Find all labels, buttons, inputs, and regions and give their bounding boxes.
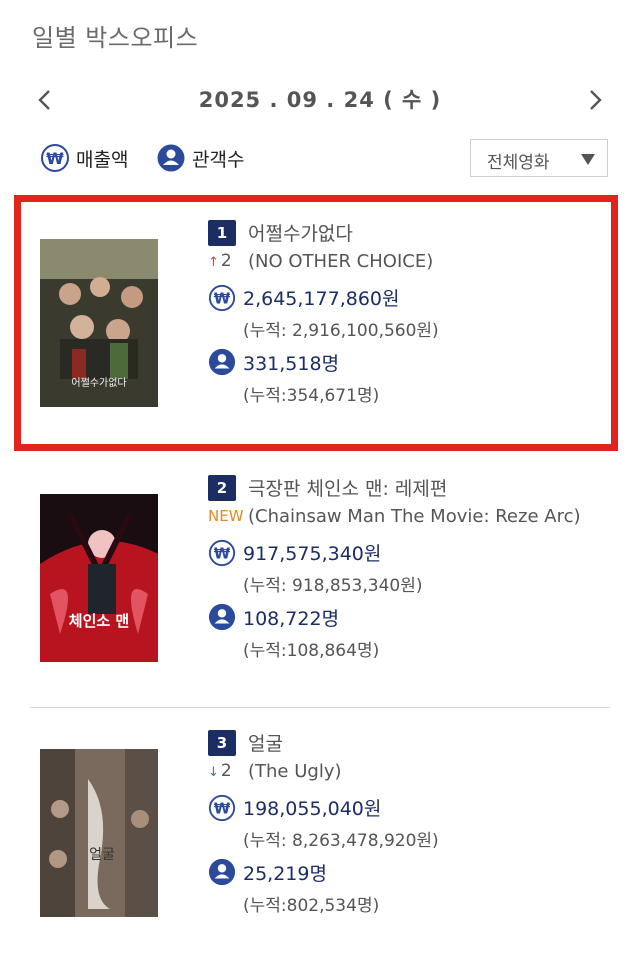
svg-text:₩: ₩ xyxy=(214,290,231,308)
movie-title[interactable]: 극장판 체인소 맨: 레제편 xyxy=(248,474,447,501)
poster-title: 어쩔수가없다 xyxy=(71,376,126,389)
rank-change: ↑ 2 xyxy=(208,251,232,271)
audience-toggle-label: 관객수 xyxy=(192,148,245,171)
rank-change: NEW xyxy=(208,506,244,526)
won-icon: ₩ xyxy=(208,539,236,567)
daily-sales: 917,575,340원 xyxy=(243,543,382,565)
cumulative-audience: (누적:802,534명) xyxy=(243,896,380,916)
cumulative-sales: (누적: 2,916,100,560원) xyxy=(243,321,439,341)
english-title: (Chainsaw Man The Movie: Reze Arc) xyxy=(248,506,581,527)
person-icon xyxy=(157,144,185,172)
cumulative-sales: (누적: 918,853,340원) xyxy=(243,576,423,596)
arrow-down-icon: ↓ xyxy=(208,765,219,780)
movie-title[interactable]: 얼굴 xyxy=(248,729,283,756)
daily-sales: 198,055,040원 xyxy=(243,798,382,820)
movie-poster[interactable]: 어쩔수가없다 xyxy=(40,239,158,407)
won-icon: ₩ xyxy=(41,144,69,172)
daily-audience: 331,518명 xyxy=(243,353,340,375)
rank-badge: 2 xyxy=(208,475,236,501)
movie-filter-select[interactable]: 전체영화 xyxy=(470,139,608,177)
daily-sales: 2,645,177,860원 xyxy=(243,288,400,310)
sales-toggle-label: 매출액 xyxy=(76,148,129,171)
won-icon: ₩ xyxy=(208,284,236,312)
movie-filter-value: 전체영화 xyxy=(487,153,550,173)
audience-toggle[interactable]: 관객수 xyxy=(156,142,244,174)
movie-title[interactable]: 어쩔수가없다 xyxy=(248,219,353,246)
new-badge: NEW xyxy=(208,507,244,525)
rank-change: ↓ 2 xyxy=(208,761,232,781)
poster-title: 체인소 맨 xyxy=(69,612,129,630)
won-icon: ₩ xyxy=(208,794,236,822)
rank-badge: 3 xyxy=(208,730,236,756)
arrow-up-icon: ↑ xyxy=(208,255,219,270)
page-title: 일별 박스오피스 xyxy=(32,24,199,52)
poster-title: 얼굴 xyxy=(89,847,115,863)
date-display: 2025 . 09 . 24 ( 수 ) xyxy=(198,88,442,112)
person-icon xyxy=(208,858,236,886)
english-title: (The Ugly) xyxy=(248,761,342,782)
movie-poster[interactable]: 얼굴 xyxy=(40,749,158,917)
cumulative-audience: (누적:108,864명) xyxy=(243,641,380,661)
cumulative-sales: (누적: 8,263,478,920원) xyxy=(243,831,439,851)
english-title: (NO OTHER CHOICE) xyxy=(248,251,434,272)
movie-card[interactable]: 체인소 맨 2 극장판 체인소 맨: 레제편 NEW (Chainsaw Man… xyxy=(0,450,640,690)
chevron-right-icon[interactable] xyxy=(582,88,606,112)
person-icon xyxy=(208,348,236,376)
movie-poster[interactable]: 체인소 맨 xyxy=(40,494,158,662)
rank-badge: 1 xyxy=(208,220,236,246)
rank-change-value: 2 xyxy=(220,761,232,781)
cumulative-audience: (누적:354,671명) xyxy=(243,386,380,406)
svg-text:₩: ₩ xyxy=(46,149,64,168)
daily-audience: 25,219명 xyxy=(243,863,327,885)
rank-change-value: 2 xyxy=(220,251,232,271)
person-icon xyxy=(208,603,236,631)
svg-text:₩: ₩ xyxy=(214,545,231,563)
triangle-down-icon xyxy=(581,154,595,165)
svg-text:₩: ₩ xyxy=(214,800,231,818)
movie-card[interactable]: 얼굴 3 얼굴 ↓ 2 (The Ugly) ₩ 198,055,040원 (누적… xyxy=(0,705,640,945)
movie-card[interactable]: 어쩔수가없다 1 어쩔수가없다 ↑ 2 (NO OTHER CHOICE) ₩ 2… xyxy=(0,195,640,435)
sales-toggle[interactable]: ₩ 매출액 xyxy=(40,142,128,174)
daily-audience: 108,722명 xyxy=(243,608,340,630)
